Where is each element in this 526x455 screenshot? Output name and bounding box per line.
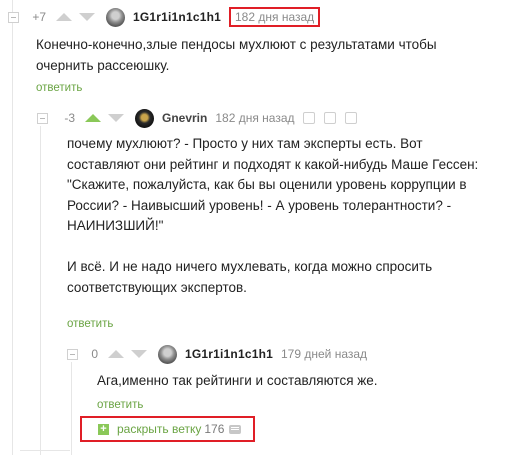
comment-line: очернить рассеюшку.: [36, 57, 170, 73]
thread-line-1: [12, 0, 13, 455]
comment-line: "Скажите, пожалуйста, как бы вы оценили …: [67, 177, 467, 192]
upvote-arrow-icon[interactable]: [85, 114, 101, 122]
comment-tools: [302, 112, 357, 124]
collapse-button[interactable]: [67, 349, 78, 360]
downvote-arrow-icon[interactable]: [131, 350, 147, 358]
timestamp[interactable]: 182 дня назад: [229, 7, 321, 27]
comment-line: Конечно-конечно,злые пендосы мухлюют с р…: [36, 37, 437, 52]
comment-line: составляют они рейтинг и подходят к како…: [67, 156, 479, 172]
comment-text: почему мухлюют? - Просто у них там экспе…: [67, 134, 517, 298]
thread-line-2: [40, 126, 41, 455]
rating-value: -3: [64, 111, 75, 125]
comment-count: 176: [204, 422, 225, 436]
downvote-arrow-icon[interactable]: [79, 13, 95, 21]
bookmark-icon[interactable]: [302, 112, 315, 124]
comment-line: России? - Наивысший уровень! - А уровень…: [67, 197, 452, 213]
username[interactable]: 1G1r1i1n1c1h1: [133, 10, 221, 24]
comment-text: Ага,именно так рейтинги и составляются ж…: [97, 371, 507, 392]
collapse-button[interactable]: [8, 12, 19, 23]
reply-link[interactable]: ответить: [67, 318, 113, 330]
report-icon[interactable]: [323, 112, 336, 124]
plus-icon: +: [98, 423, 109, 435]
collapse-button[interactable]: [37, 113, 48, 124]
timestamp[interactable]: 182 дня назад: [215, 111, 294, 125]
comment-line: Ага,именно так рейтинги и составляются ж…: [97, 373, 378, 388]
upvote-arrow-icon[interactable]: [108, 350, 124, 358]
rating-value: 0: [91, 347, 98, 361]
comment-line: соответствующих экспертов.: [67, 279, 247, 295]
expand-thread-button[interactable]: + раскрыть ветку 176: [80, 416, 256, 442]
comment-header: -3 Gnevrin 182 дня назад: [57, 108, 357, 128]
expand-thread-label: раскрыть ветку: [117, 422, 202, 436]
thread-connector: [20, 450, 70, 451]
comment-line: И всё. И не надо ничего мухлевать, когда…: [67, 259, 433, 274]
reply-link[interactable]: ответить: [36, 82, 82, 94]
avatar[interactable]: [135, 108, 154, 128]
username[interactable]: Gnevrin: [162, 111, 207, 125]
comment-line: НАИНИЗШИЙ!": [67, 218, 164, 233]
comment-header: 0 1G1r1i1n1c1h1 179 дней назад: [90, 344, 367, 364]
avatar[interactable]: [158, 344, 177, 364]
downvote-arrow-icon[interactable]: [108, 114, 124, 122]
comment-header: +7 1G1r1i1n1c1h1 182 дня назад: [28, 7, 321, 27]
thread-line-3: [71, 362, 72, 455]
avatar[interactable]: [106, 7, 125, 27]
timestamp[interactable]: 179 дней назад: [281, 347, 367, 361]
rating-value: +7: [32, 10, 46, 24]
reply-link[interactable]: ответить: [97, 399, 143, 411]
comment-text: Конечно-конечно,злые пендосы мухлюют с р…: [36, 35, 506, 76]
username[interactable]: 1G1r1i1n1c1h1: [185, 347, 273, 361]
comment-line: почему мухлюют? - Просто у них там экспе…: [67, 136, 423, 151]
upvote-arrow-icon[interactable]: [56, 13, 72, 21]
share-icon[interactable]: [344, 112, 357, 124]
comment-bubble-icon: [229, 424, 242, 434]
